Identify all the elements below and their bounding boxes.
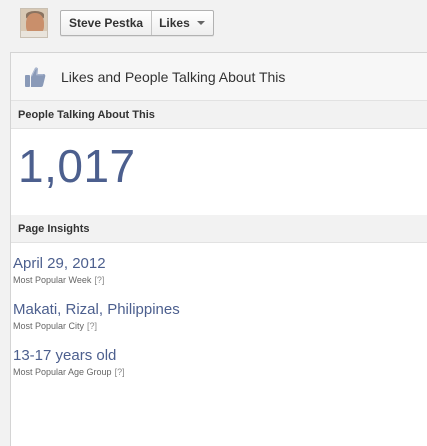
- stat-label-text: Most Popular Age Group: [13, 367, 112, 377]
- panel-header: Likes and People Talking About This: [11, 53, 427, 101]
- stat-label: Most Popular City [?]: [13, 320, 427, 332]
- likes-dropdown[interactable]: Likes: [152, 11, 213, 35]
- help-link[interactable]: [?]: [87, 321, 97, 331]
- chevron-down-icon: [196, 21, 205, 25]
- insights-list: April 29, 2012 Most Popular Week [?] Maka…: [11, 243, 427, 378]
- thumbs-up-icon: [25, 67, 46, 87]
- stat-value: Makati, Rizal, Philippines: [13, 301, 180, 318]
- stat-label-text: Most Popular City: [13, 321, 85, 331]
- page-switcher: Steve Pestka Likes: [60, 10, 214, 36]
- help-link[interactable]: [?]: [115, 367, 125, 377]
- stat-label: Most Popular Age Group [?]: [13, 366, 427, 378]
- avatar-shirt: [21, 31, 47, 37]
- stat-label-text: Most Popular Week: [13, 275, 92, 285]
- likes-panel: Likes and People Talking About This Peop…: [10, 52, 427, 446]
- insights-section-heading: Page Insights: [11, 215, 427, 243]
- stat-value: 13-17 years old: [13, 347, 117, 364]
- talking-count: 1,017: [18, 140, 136, 192]
- avatar[interactable]: [20, 8, 48, 38]
- talking-section-heading: People Talking About This: [11, 101, 427, 129]
- panel-title: Likes and People Talking About This: [61, 68, 286, 85]
- stat-value: April 29, 2012: [13, 255, 106, 272]
- stat-most-popular-week: April 29, 2012 Most Popular Week [?]: [11, 255, 427, 286]
- page-name-button[interactable]: Steve Pestka: [61, 11, 153, 35]
- top-bar: Steve Pestka Likes: [0, 0, 427, 46]
- likes-dropdown-label: Likes: [159, 16, 190, 30]
- stat-label: Most Popular Week [?]: [13, 274, 427, 286]
- stat-most-popular-city: Makati, Rizal, Philippines Most Popular …: [11, 301, 427, 332]
- help-link[interactable]: [?]: [94, 275, 104, 285]
- stat-most-popular-age-group: 13-17 years old Most Popular Age Group [?…: [11, 347, 427, 378]
